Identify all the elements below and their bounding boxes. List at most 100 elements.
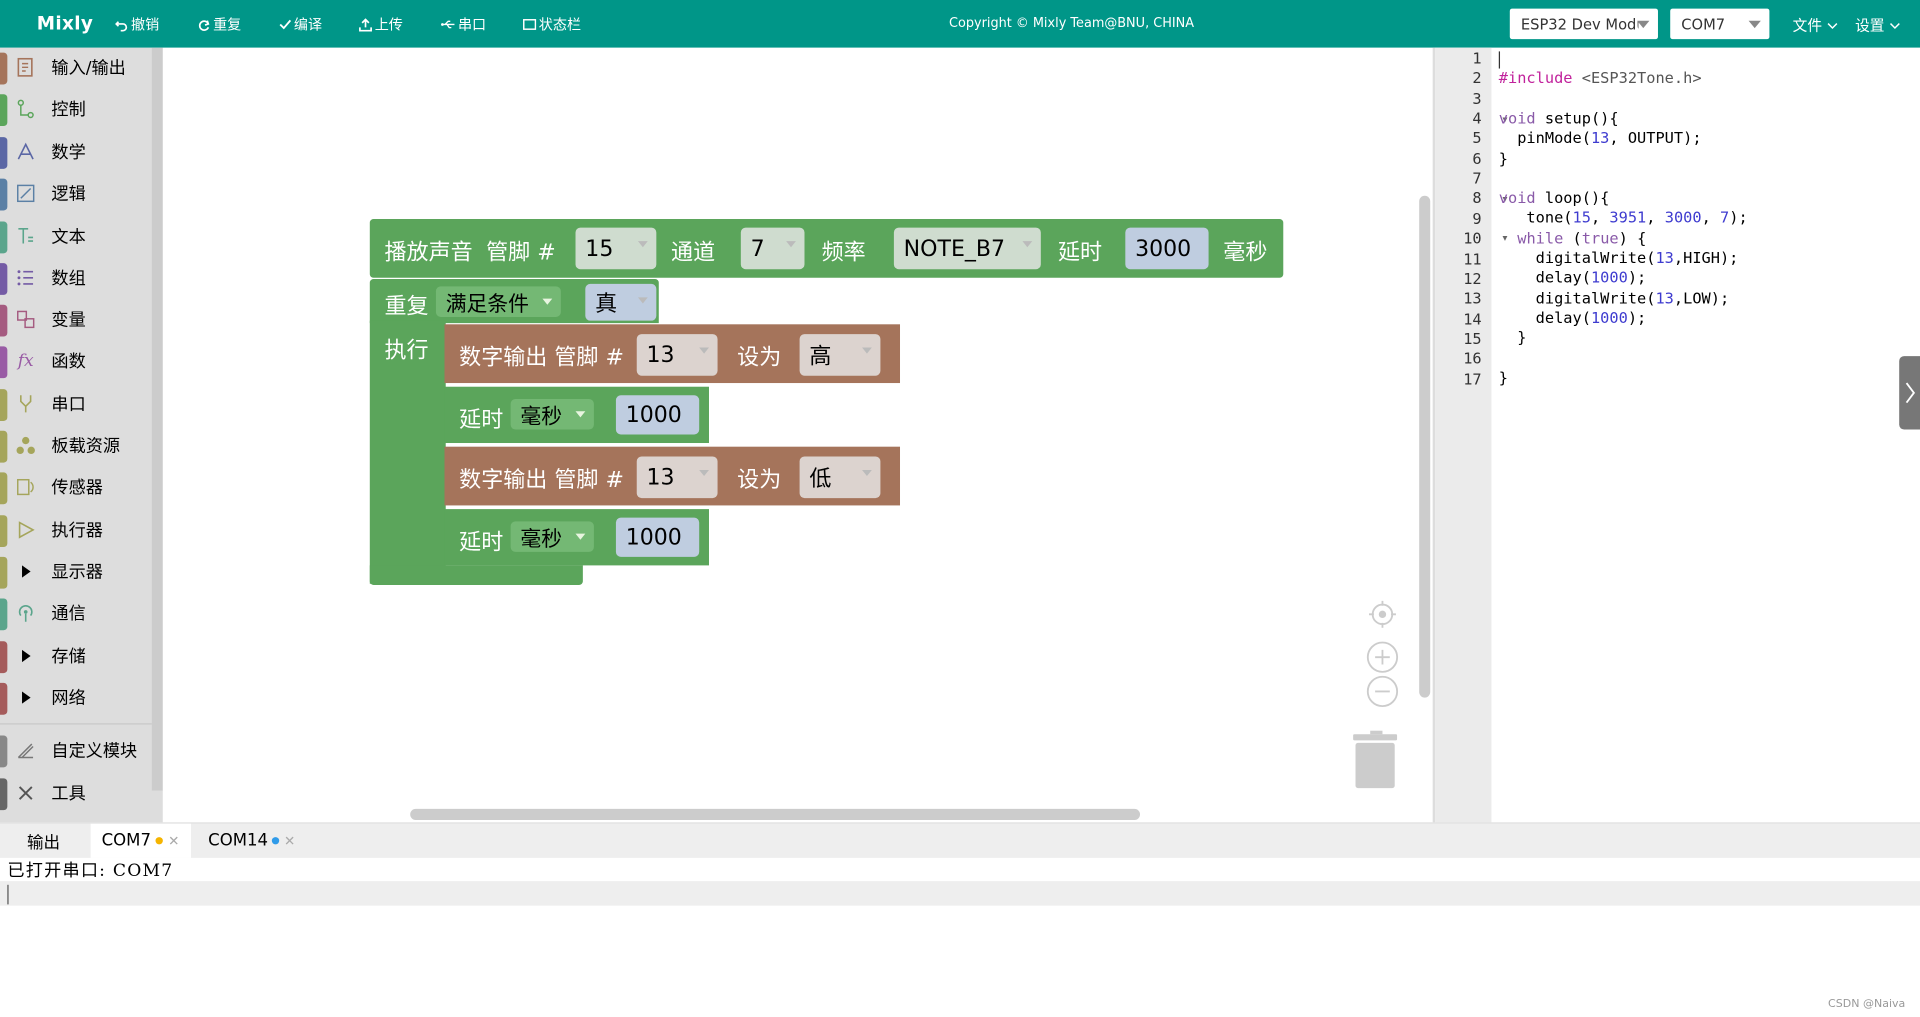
sidebar-scrollbar[interactable] [151, 47, 163, 791]
sidebar-item-logic[interactable]: 逻辑 [0, 174, 152, 213]
statusbar-button[interactable]: 状态栏 [523, 15, 581, 35]
sidebar-item-label: 显示器 [51, 562, 103, 583]
sidebar-item-array[interactable]: 数组 [0, 258, 152, 297]
category-color-bar [0, 682, 8, 715]
zoom-out-button[interactable] [1366, 675, 1399, 708]
repeat-mode-dropdown[interactable]: 满足条件 [435, 286, 561, 317]
undo-button[interactable]: 撤销 [115, 15, 159, 35]
upload-button[interactable]: 上传 [359, 15, 403, 35]
sidebar-item-label: 网络 [51, 688, 86, 709]
code-line: } [1498, 368, 1509, 387]
sidebar-item-serial[interactable]: 串口 [0, 384, 152, 423]
sidebar-item-function[interactable]: fx 函数 [0, 341, 152, 380]
line-number: 12 [1463, 269, 1482, 288]
port-select[interactable]: COM7 [1670, 8, 1770, 40]
editor-collapse-tab[interactable] [1899, 356, 1920, 430]
tone-pin-field[interactable]: 15 [575, 227, 657, 270]
tone-label: 播放声音 [384, 239, 473, 266]
repeat-block-spine: 执行 [369, 320, 446, 584]
digital-write-pin-value: 13 [646, 342, 675, 368]
sidebar-item-math[interactable]: 数学 [0, 132, 152, 171]
close-icon[interactable]: ✕ [284, 833, 295, 849]
repeat-condition-field[interactable]: 真 [585, 283, 657, 321]
digital-write-value-field[interactable]: 低 [799, 456, 881, 499]
digital-write-block[interactable]: 数字输出 管脚 # 13 设为 高 [444, 324, 901, 384]
zoom-in-button[interactable] [1366, 641, 1399, 673]
tone-freq-field[interactable]: NOTE_B7 [893, 227, 1041, 270]
sidebar-item-comm[interactable]: 通信 [0, 594, 152, 633]
category-color-bar [0, 641, 8, 674]
workspace-horizontal-scrollbar[interactable] [410, 808, 1141, 820]
sidebar-item-sensor[interactable]: 传感器 [0, 467, 152, 506]
line-number: 16 [1463, 349, 1482, 368]
code-editor[interactable]: 1 2 3 4 5 6 7 8 9 10 11 12 13 14 15 16 17 ▾ ▾ ▾ #include… [1432, 47, 1920, 823]
serial-input-field[interactable] [0, 881, 1920, 906]
sidebar-item-storage[interactable]: 存储 [0, 636, 152, 675]
digital-write-pin-field[interactable]: 13 [636, 334, 718, 376]
sidebar-item-label: 输入/输出 [51, 58, 126, 79]
usb-icon [441, 20, 455, 29]
line-number: 8 [1472, 189, 1482, 208]
settings-menu[interactable]: 设置 [1855, 15, 1900, 36]
delay-unit-dropdown[interactable]: 毫秒 [510, 398, 594, 430]
repeat-label: 重复 [384, 293, 429, 320]
digital-write-block[interactable]: 数字输出 管脚 # 13 设为 低 [444, 446, 901, 506]
check-icon [279, 19, 292, 30]
redo-button[interactable]: 重复 [197, 15, 241, 35]
sidebar-item-io[interactable]: 输入/输出 [0, 48, 152, 87]
sidebar-item-board[interactable]: 板载资源 [0, 426, 152, 465]
sidebar-item-display[interactable]: 显示器 [0, 552, 152, 591]
delay-value-field[interactable]: 1000 [615, 395, 700, 435]
code-line: while (true) { [1517, 228, 1647, 248]
code-line: delay(1000); [1498, 268, 1647, 287]
tab-com7[interactable]: COM7 ✕ [90, 823, 191, 858]
sidebar-item-control[interactable]: 控制 [0, 89, 152, 128]
digital-write-pin-value: 13 [646, 464, 675, 491]
sidebar-item-text[interactable]: 文本 [0, 217, 152, 256]
sidebar-item-variable[interactable]: 变量 [0, 300, 152, 339]
line-number: 1 [1472, 48, 1482, 68]
sidebar-item-label: 串口 [51, 395, 86, 415]
digital-write-value-field[interactable]: 高 [799, 334, 881, 376]
category-color-bar [0, 515, 8, 548]
code-line: digitalWrite(13,HIGH); [1498, 248, 1739, 267]
board-select-value: ESP32 Dev Modu [1520, 15, 1639, 33]
serial-button[interactable]: 串口 [441, 15, 486, 35]
sidebar-item-network[interactable]: 网络 [0, 678, 152, 717]
sidebar-item-label: 自定义模块 [51, 741, 138, 762]
sidebar-item-custom[interactable]: 自定义模块 [0, 731, 152, 770]
tab-com14[interactable]: COM14 ✕ [208, 824, 295, 858]
close-icon[interactable]: ✕ [168, 833, 179, 849]
board-select[interactable]: ESP32 Dev Modu [1509, 8, 1658, 40]
blocks-workspace[interactable] [162, 47, 1433, 823]
repeat-block[interactable]: 重复 满足条件 真 [369, 279, 659, 324]
delay-unit-dropdown[interactable]: 毫秒 [510, 521, 594, 552]
delay-value: 1000 [625, 524, 682, 551]
sidebar-item-label: 逻辑 [51, 184, 86, 205]
sidebar-item-label: 数学 [51, 143, 86, 163]
math-icon [15, 141, 37, 163]
undo-icon [115, 20, 128, 31]
sidebar-item-tools[interactable]: 工具 [0, 773, 152, 812]
tone-pin-label: 管脚 # [486, 239, 556, 266]
chevron-down-icon [786, 241, 796, 248]
delay-value-field[interactable]: 1000 [615, 517, 700, 557]
repeat-condition-value: 真 [595, 291, 618, 317]
trash-can[interactable] [1353, 730, 1398, 790]
digital-write-pin-field[interactable]: 13 [636, 456, 718, 499]
chevron-down-icon [1748, 20, 1761, 29]
tab-output[interactable]: 输出 [27, 824, 60, 858]
tone-delay-field[interactable]: 3000 [1125, 227, 1209, 270]
delay-block[interactable]: 延时 毫秒 1000 [444, 386, 709, 444]
tone-channel-field[interactable]: 7 [740, 227, 805, 270]
sidebar-item-actuator[interactable]: 执行器 [0, 510, 152, 549]
zoom-in-icon [1366, 641, 1399, 673]
input-cursor [7, 884, 9, 905]
line-number: 14 [1463, 309, 1482, 328]
delay-block[interactable]: 延时 毫秒 1000 [444, 509, 709, 566]
recenter-button[interactable] [1368, 600, 1397, 629]
category-color-bar [0, 94, 8, 127]
tone-block[interactable]: 播放声音 管脚 # 15 通道 7 频率 NOTE_B7 延时 3000 毫秒 [369, 219, 1284, 278]
file-menu[interactable]: 文件 [1793, 15, 1838, 36]
compile-button[interactable]: 编译 [279, 15, 322, 35]
